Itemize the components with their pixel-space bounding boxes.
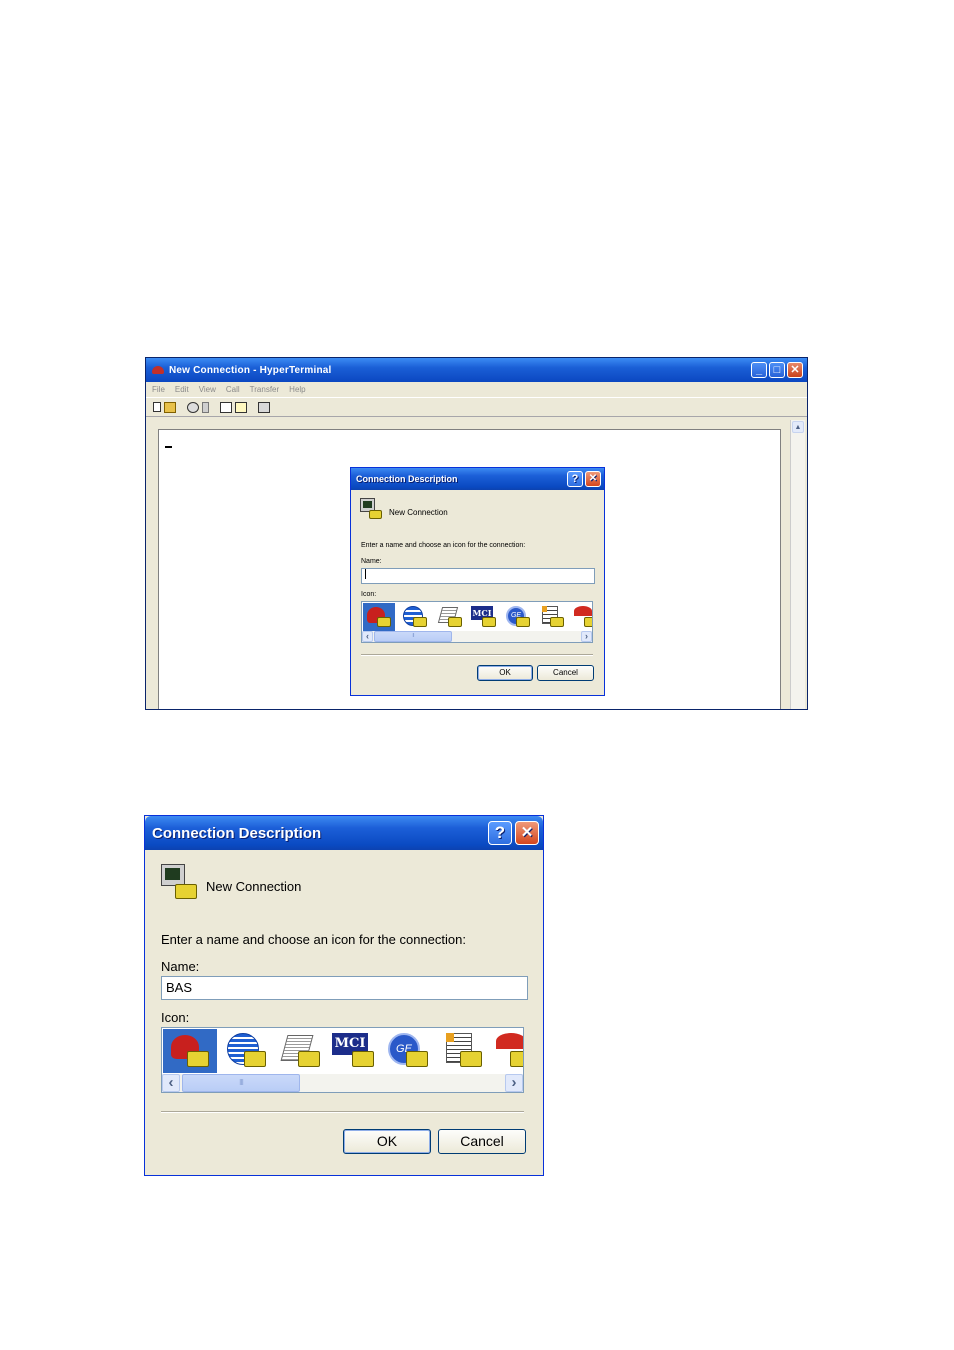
fax-icon[interactable] bbox=[434, 603, 466, 631]
icon-list[interactable]: MCI GE ‹ III › bbox=[161, 1027, 524, 1093]
connection-computer-icon bbox=[161, 864, 201, 904]
icon-label: Icon: bbox=[161, 1010, 190, 1025]
menu-bar: File Edit View Call Transfer Help bbox=[146, 382, 807, 396]
disconnect-icon[interactable] bbox=[202, 401, 209, 413]
hyperterminal-titlebar[interactable]: New Connection - HyperTerminal _ □ ✕ bbox=[146, 358, 807, 382]
text-cursor bbox=[165, 446, 172, 448]
open-folder-icon[interactable] bbox=[164, 401, 176, 413]
scroll-right-icon[interactable]: › bbox=[505, 1074, 523, 1092]
icon-list[interactable]: MCI GE ‹ III › bbox=[361, 601, 593, 643]
scroll-up-icon[interactable]: ▲ bbox=[792, 421, 804, 433]
ok-button[interactable]: OK bbox=[477, 665, 533, 681]
name-input-value: BAS bbox=[166, 980, 193, 995]
ge-icon[interactable]: GE bbox=[382, 1029, 436, 1073]
ok-button[interactable]: OK bbox=[343, 1129, 431, 1154]
name-label: Name: bbox=[361, 558, 382, 565]
icon-list-scrollbar[interactable]: ‹ III › bbox=[162, 1074, 523, 1092]
close-button[interactable]: ✕ bbox=[787, 362, 803, 378]
notes-icon[interactable] bbox=[436, 1029, 490, 1073]
cancel-button[interactable]: Cancel bbox=[438, 1129, 526, 1154]
umbrella-icon[interactable] bbox=[490, 1029, 523, 1073]
connection-description-dialog: Connection Description ? ✕ New Connectio… bbox=[144, 815, 544, 1176]
scroll-right-icon[interactable]: › bbox=[581, 631, 592, 642]
umbrella-icon[interactable] bbox=[570, 603, 592, 631]
instruction-text: Enter a name and choose an icon for the … bbox=[161, 932, 466, 947]
minimize-button[interactable]: _ bbox=[751, 362, 767, 378]
scroll-thumb[interactable]: III bbox=[182, 1074, 300, 1092]
cancel-button[interactable]: Cancel bbox=[537, 665, 594, 681]
menu-help[interactable]: Help bbox=[289, 385, 305, 394]
name-label: Name: bbox=[161, 959, 200, 974]
help-button[interactable]: ? bbox=[567, 471, 583, 487]
connection-name-label: New Connection bbox=[206, 879, 302, 894]
divider bbox=[361, 654, 593, 656]
send-file-icon[interactable] bbox=[220, 401, 232, 413]
scroll-left-icon[interactable]: ‹ bbox=[162, 1074, 180, 1092]
scroll-thumb[interactable]: III bbox=[374, 631, 452, 642]
receive-file-icon[interactable] bbox=[235, 401, 247, 413]
maximize-button[interactable]: □ bbox=[769, 362, 785, 378]
hyperterminal-window: New Connection - HyperTerminal _ □ ✕ Fil… bbox=[145, 357, 808, 710]
menu-call[interactable]: Call bbox=[226, 385, 240, 394]
mci-icon[interactable]: MCI bbox=[468, 603, 500, 631]
globe-icon[interactable] bbox=[220, 1029, 274, 1073]
red-phone-icon[interactable] bbox=[163, 1029, 217, 1073]
help-button[interactable]: ? bbox=[488, 821, 512, 845]
menu-edit[interactable]: Edit bbox=[175, 385, 189, 394]
window-title: New Connection - HyperTerminal bbox=[169, 364, 332, 376]
hyperterminal-app-icon bbox=[152, 364, 166, 376]
properties-icon[interactable] bbox=[258, 401, 270, 413]
dialog-titlebar[interactable]: Connection Description ? ✕ bbox=[351, 468, 604, 490]
red-phone-icon[interactable] bbox=[363, 603, 395, 631]
mci-icon[interactable]: MCI bbox=[328, 1029, 382, 1073]
vertical-scrollbar[interactable]: ▲ bbox=[790, 420, 805, 709]
connection-description-dialog-small: Connection Description ? ✕ New Connectio… bbox=[350, 467, 605, 696]
dialog-title: Connection Description bbox=[356, 474, 458, 484]
new-file-icon[interactable] bbox=[153, 402, 161, 412]
icon-label: Icon: bbox=[361, 591, 377, 598]
globe-icon[interactable] bbox=[399, 603, 431, 631]
notes-icon[interactable] bbox=[536, 603, 568, 631]
menu-transfer[interactable]: Transfer bbox=[250, 385, 280, 394]
name-input[interactable] bbox=[361, 568, 595, 584]
fax-icon[interactable] bbox=[274, 1029, 328, 1073]
dialog-title: Connection Description bbox=[152, 824, 322, 842]
toolbar bbox=[146, 397, 807, 417]
connection-computer-icon bbox=[360, 498, 384, 522]
icon-list-scrollbar[interactable]: ‹ III › bbox=[362, 631, 592, 642]
close-button[interactable]: ✕ bbox=[515, 821, 539, 845]
dialog-titlebar[interactable]: Connection Description ? ✕ bbox=[145, 816, 543, 850]
dial-phone-icon[interactable] bbox=[187, 401, 199, 413]
ge-icon[interactable]: GE bbox=[502, 603, 534, 631]
scroll-left-icon[interactable]: ‹ bbox=[362, 631, 373, 642]
instruction-text: Enter a name and choose an icon for the … bbox=[361, 542, 526, 549]
connection-name-label: New Connection bbox=[389, 508, 448, 517]
input-caret bbox=[365, 569, 366, 579]
divider bbox=[161, 1111, 524, 1113]
menu-file[interactable]: File bbox=[152, 385, 165, 394]
name-input[interactable]: BAS bbox=[161, 976, 528, 1000]
menu-view[interactable]: View bbox=[199, 385, 216, 394]
close-button[interactable]: ✕ bbox=[585, 471, 601, 487]
